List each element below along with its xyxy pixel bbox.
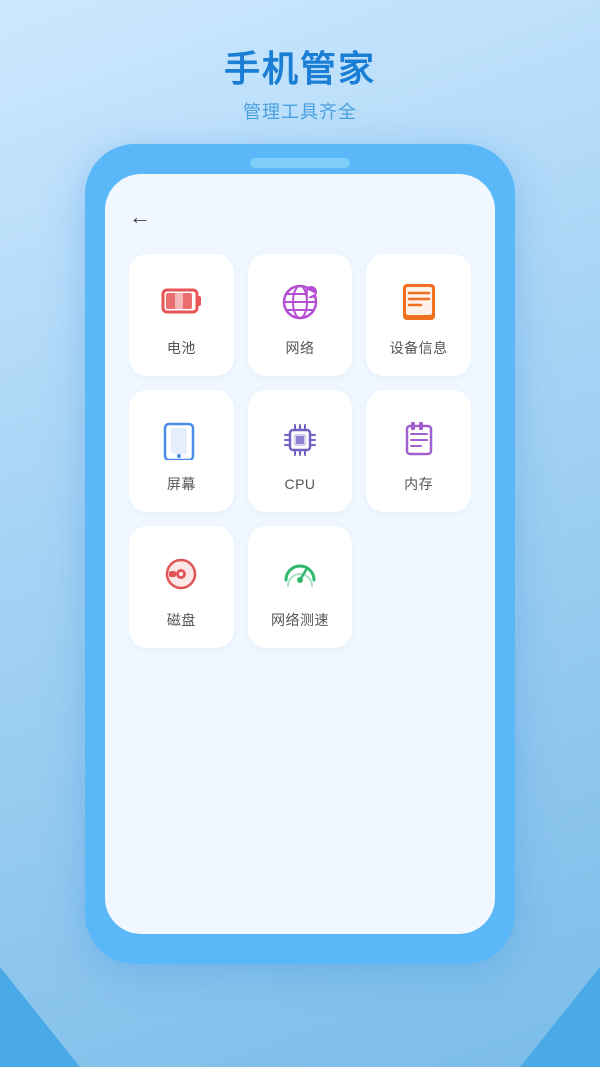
grid-item-battery[interactable]: 电池 xyxy=(129,254,234,376)
grid-item-label-device: 设备信息 xyxy=(390,338,448,358)
grid-item-label-screen: 屏幕 xyxy=(167,474,196,494)
grid-item-speedtest[interactable]: 网络测速 xyxy=(248,526,353,648)
network-icon: ▶ xyxy=(274,276,326,328)
svg-text:▶: ▶ xyxy=(307,288,316,298)
disk-icon xyxy=(155,548,207,600)
grid-container: 电池 ▶ 网络 设备信息 屏幕 CPU xyxy=(129,254,471,648)
grid-item-label-battery: 电池 xyxy=(167,338,196,358)
sub-title: 管理工具齐全 xyxy=(224,98,376,124)
back-button[interactable]: ← xyxy=(129,204,151,230)
grid-item-disk[interactable]: 磁盘 xyxy=(129,526,234,648)
grid-item-network[interactable]: ▶ 网络 xyxy=(248,254,353,376)
phone-screen: ← 电池 ▶ 网络 设备信息 屏幕 xyxy=(105,174,495,934)
speedtest-icon xyxy=(274,548,326,600)
grid-item-label-disk: 磁盘 xyxy=(167,610,196,630)
deco-right xyxy=(520,967,600,1067)
grid-item-label-network: 网络 xyxy=(285,338,314,358)
deco-left xyxy=(0,967,80,1067)
grid-item-device[interactable]: 设备信息 xyxy=(366,254,471,376)
grid-item-memory[interactable]: 内存 xyxy=(366,390,471,512)
battery-icon xyxy=(155,276,207,328)
phone-frame: ← 电池 ▶ 网络 设备信息 屏幕 xyxy=(85,144,515,964)
memory-icon xyxy=(393,412,445,464)
main-title: 手机管家 xyxy=(224,40,376,92)
header-section: 手机管家 管理工具齐全 xyxy=(224,0,376,144)
grid-item-screen[interactable]: 屏幕 xyxy=(129,390,234,512)
grid-item-label-cpu: CPU xyxy=(284,476,315,492)
device-icon xyxy=(393,276,445,328)
grid-item-cpu[interactable]: CPU xyxy=(248,390,353,512)
grid-item-label-memory: 内存 xyxy=(404,474,433,494)
phone-notch xyxy=(250,158,350,168)
grid-item-label-speedtest: 网络测速 xyxy=(271,610,329,630)
cpu-icon xyxy=(274,414,326,466)
screen-icon xyxy=(155,412,207,464)
